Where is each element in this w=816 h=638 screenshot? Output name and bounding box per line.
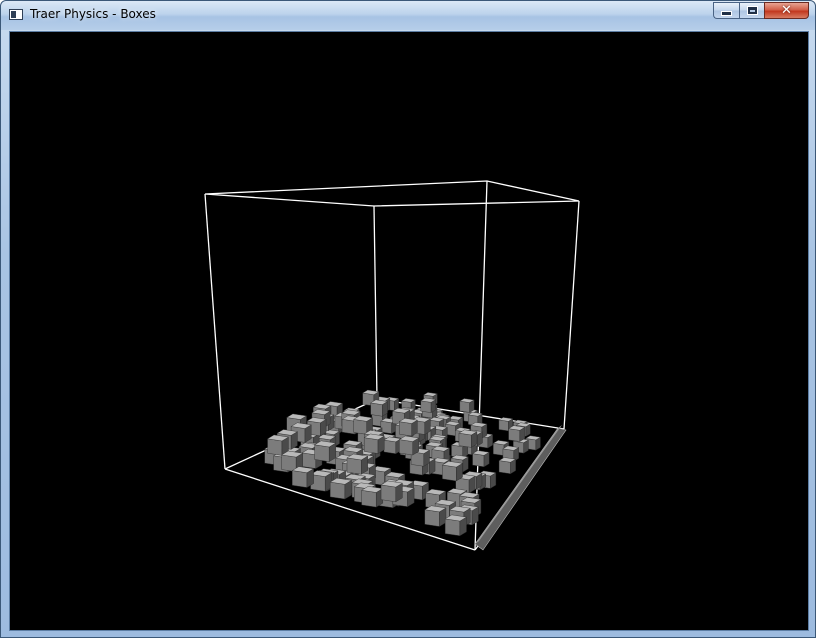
maximize-icon	[746, 6, 758, 15]
physics-box	[383, 436, 402, 455]
physics-box	[398, 435, 420, 456]
physics-box	[458, 429, 478, 448]
maximize-button[interactable]	[739, 2, 764, 19]
render-canvas[interactable]	[9, 31, 809, 631]
physics-box	[346, 453, 369, 475]
physics-box	[441, 461, 464, 482]
physics-box	[471, 450, 490, 468]
application-window-icon[interactable]	[9, 9, 23, 20]
cube-edge	[204, 193, 226, 470]
close-icon: ✕	[781, 3, 792, 18]
scene-view	[204, 180, 580, 551]
minimize-button[interactable]	[713, 2, 739, 19]
physics-box	[420, 397, 437, 413]
physics-box	[380, 480, 403, 503]
physics-box	[329, 477, 353, 500]
app-window: Traer Physics - Boxes ✕	[0, 0, 816, 638]
physics-box	[498, 457, 517, 475]
physics-box	[444, 514, 468, 537]
physics-box	[361, 486, 384, 508]
physics-box	[291, 466, 315, 488]
title-bar[interactable]: Traer Physics - Boxes ✕	[1, 1, 815, 30]
minimize-icon	[721, 10, 732, 16]
window-controls: ✕	[713, 2, 809, 21]
cube-edge	[563, 200, 580, 430]
window-title: Traer Physics - Boxes	[30, 7, 156, 21]
physics-box	[314, 440, 337, 462]
physics-box	[363, 433, 385, 454]
physics-box	[459, 398, 475, 413]
physics-box	[370, 399, 389, 417]
cube-edge	[373, 205, 378, 400]
close-button[interactable]: ✕	[764, 2, 809, 19]
physics-box	[508, 425, 526, 442]
cube-top-face	[204, 180, 580, 207]
physics-box	[398, 418, 418, 437]
physics-box	[266, 434, 289, 456]
physics-box	[424, 505, 447, 527]
